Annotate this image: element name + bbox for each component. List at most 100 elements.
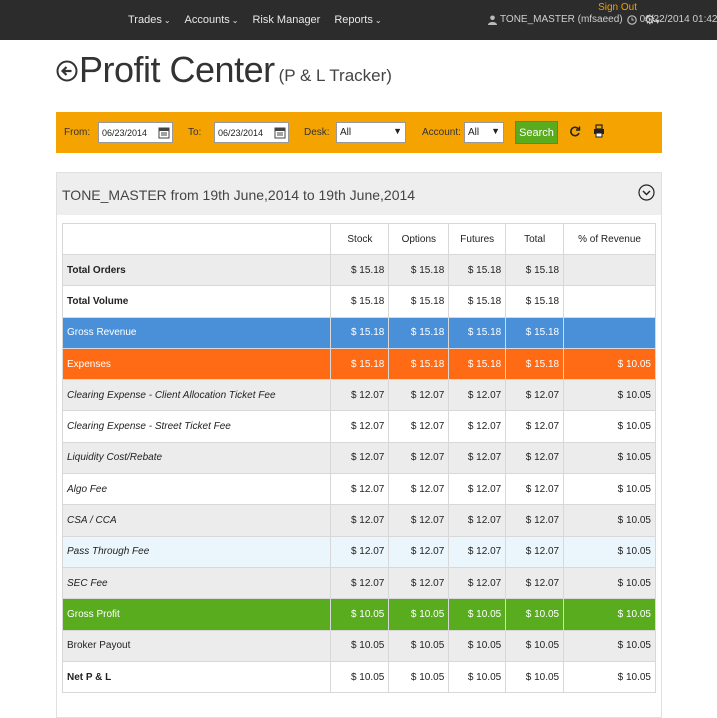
cell-percent-revenue: $ 10.05 xyxy=(563,566,656,600)
cell-futures: $ 15.18 xyxy=(448,253,507,287)
column-header-stock: Stock xyxy=(330,223,390,255)
page-subtitle: (P & L Tracker) xyxy=(278,66,392,85)
cell-stock: $ 15.18 xyxy=(330,316,390,349)
table-row: Broker Payout $ 10.05 $ 10.05 $ 10.05 $ 10.0… xyxy=(61,629,656,662)
user-icon xyxy=(488,15,497,25)
cell-stock: $ 12.07 xyxy=(330,566,390,600)
cell-futures: $ 15.18 xyxy=(448,316,507,349)
nav-item-label: Trades xyxy=(128,14,162,26)
dropdown-arrow-icon: ▼ xyxy=(491,126,500,136)
table-row: Pass Through Fee $ 12.07 $ 12.07 $ 12.07 $ 1… xyxy=(61,535,656,568)
cell-futures: $ 12.07 xyxy=(448,441,507,475)
from-date-input[interactable]: 06/23/2014 xyxy=(98,122,173,143)
row-label: Total Orders xyxy=(61,253,332,287)
cell-total: $ 12.07 xyxy=(505,441,565,475)
cell-stock: $ 10.05 xyxy=(330,629,390,662)
cell-total: $ 10.05 xyxy=(505,660,565,694)
cell-futures: $ 12.07 xyxy=(448,535,507,568)
search-button[interactable]: Search xyxy=(515,121,558,144)
cell-options: $ 12.07 xyxy=(388,504,450,537)
cell-percent-revenue: $ 10.05 xyxy=(563,504,656,537)
to-date-input[interactable]: 06/23/2014 xyxy=(214,122,289,143)
cell-total: $ 12.07 xyxy=(505,473,565,506)
calendar-icon[interactable] xyxy=(274,126,286,139)
cell-stock: $ 15.18 xyxy=(330,285,390,318)
row-label: Clearing Expense - Street Ticket Fee xyxy=(61,410,332,443)
chevron-down-icon: ⌄ xyxy=(163,15,171,25)
cell-total: $ 12.07 xyxy=(505,566,565,600)
nav-item-reports[interactable]: Reports ⌄ xyxy=(334,14,381,26)
cell-percent-revenue: $ 10.05 xyxy=(563,347,656,381)
cell-total: $ 10.05 xyxy=(505,598,565,631)
pnl-table: Stock Options Futures Total % of Revenue… xyxy=(61,223,656,694)
cell-percent-revenue: $ 10.05 xyxy=(563,598,656,631)
cell-options: $ 10.05 xyxy=(388,598,450,631)
row-label: Liquidity Cost/Rebate xyxy=(61,441,332,475)
row-label: Broker Payout xyxy=(61,629,332,662)
page-title: Profit Center xyxy=(79,49,275,90)
cell-options: $ 10.05 xyxy=(388,660,450,694)
to-label: To: xyxy=(188,127,202,138)
table-header-row: Stock Options Futures Total % of Revenue xyxy=(61,223,656,255)
column-header-options: Options xyxy=(388,223,450,255)
cell-percent-revenue: $ 10.05 xyxy=(563,410,656,443)
panel-title: TONE_MASTER from 19th June,2014 to 19th … xyxy=(62,187,416,203)
cell-stock: $ 12.07 xyxy=(330,473,390,506)
row-label: Clearing Expense - Client Allocation Tic… xyxy=(61,379,332,412)
cell-futures: $ 10.05 xyxy=(448,660,507,694)
cell-stock: $ 12.07 xyxy=(330,535,390,568)
desk-select[interactable]: All ▼ xyxy=(336,122,406,143)
table-row: Liquidity Cost/Rebate $ 12.07 $ 12.07 $ 12.… xyxy=(61,441,656,475)
user-name: TONE_MASTER (mfsaeed) xyxy=(500,14,623,25)
nav-item-accounts[interactable]: Accounts ⌄ xyxy=(185,14,239,26)
desk-value: All xyxy=(340,127,352,138)
desk-label: Desk: xyxy=(304,127,330,138)
cell-percent-revenue: $ 10.05 xyxy=(563,629,656,662)
sign-out-link[interactable]: Sign Out xyxy=(598,2,637,13)
cell-total: $ 12.07 xyxy=(505,379,565,412)
table-row: Total Volume $ 15.18 $ 15.18 $ 15.18 $ 15.18 xyxy=(61,285,656,318)
cell-stock: $ 10.05 xyxy=(330,598,390,631)
cell-options: $ 15.18 xyxy=(388,347,450,381)
user-info: TONE_MASTER (mfsaeed) 06/22/2014 01:42:3… xyxy=(488,14,717,25)
dropdown-arrow-icon: ▼ xyxy=(393,126,402,136)
cell-stock: $ 15.18 xyxy=(330,347,390,381)
account-select[interactable]: All ▼ xyxy=(464,122,504,143)
table-row: CSA / CCA $ 12.07 $ 12.07 $ 12.07 $ 12.07 $ 1… xyxy=(61,504,656,537)
cell-total: $ 15.18 xyxy=(505,347,565,381)
cell-total: $ 15.18 xyxy=(505,253,565,287)
cell-total: $ 10.05 xyxy=(505,629,565,662)
cell-options: $ 12.07 xyxy=(388,410,450,443)
chevron-down-circle-icon[interactable] xyxy=(638,184,655,201)
nav-item-risk-manager[interactable]: Risk Manager xyxy=(252,14,320,26)
gear-icon: ⚙ xyxy=(644,12,656,27)
account-label: Account: xyxy=(422,127,461,138)
row-label: Pass Through Fee xyxy=(61,535,332,568)
row-label: Gross Revenue xyxy=(61,316,332,349)
cell-stock: $ 12.07 xyxy=(330,504,390,537)
refresh-icon[interactable] xyxy=(569,125,581,138)
nav-item-label: Accounts xyxy=(184,14,230,26)
nav-item-label: Risk Manager xyxy=(252,14,321,26)
settings-menu[interactable]: ⚙▾ xyxy=(644,12,660,28)
cell-percent-revenue: $ 10.05 xyxy=(563,473,656,506)
cell-futures: $ 10.05 xyxy=(448,598,507,631)
cell-options: $ 12.07 xyxy=(388,379,450,412)
cell-futures: $ 12.07 xyxy=(448,379,507,412)
cell-stock: $ 15.18 xyxy=(330,253,390,287)
calendar-icon[interactable] xyxy=(158,126,170,139)
row-label: SEC Fee xyxy=(61,566,332,600)
row-label: Expenses xyxy=(61,347,332,381)
cell-options: $ 12.07 xyxy=(388,473,450,506)
table-row: SEC Fee $ 12.07 $ 12.07 $ 12.07 $ 12.07 $ 10.… xyxy=(61,566,656,600)
nav-item-trades[interactable]: Trades ⌄ xyxy=(128,14,171,26)
panel-header: TONE_MASTER from 19th June,2014 to 19th … xyxy=(57,173,661,215)
cell-total: $ 15.18 xyxy=(505,285,565,318)
print-icon[interactable] xyxy=(593,124,605,138)
cell-options: $ 10.05 xyxy=(388,629,450,662)
back-arrow-icon[interactable] xyxy=(56,60,78,82)
cell-options: $ 12.07 xyxy=(388,535,450,568)
row-label: CSA / CCA xyxy=(61,504,332,537)
from-date-value: 06/23/2014 xyxy=(102,127,148,138)
cell-percent-revenue: $ 10.05 xyxy=(563,441,656,475)
